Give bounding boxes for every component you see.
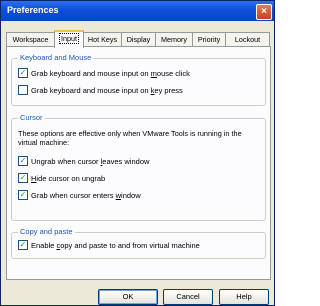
keyboard-mouse-group-title: Keyboard and Mouse [18,53,94,62]
keyboard-mouse-group: Keyboard and Mouse ✓ Grab keyboard and mo… [11,53,266,106]
grab-on-enter-checkbox[interactable]: ✓ Grab when cursor enters window [18,190,141,201]
hide-cursor-checkbox[interactable]: ✓ Hide cursor on ungrab [18,173,105,184]
window-title: Preferences [7,5,59,15]
ungrab-on-leave-checkbox[interactable]: ✓ Ungrab when cursor leaves window [18,156,149,167]
ok-button[interactable]: OK [98,289,158,305]
checkbox-box[interactable]: ✓ [18,68,28,79]
preferences-window: Preferences × Workspace Input Hot Keys D… [0,0,275,306]
tab-hot-keys[interactable]: Hot Keys [83,32,122,46]
check-icon: ✓ [19,240,27,250]
checkbox-box[interactable] [18,85,28,96]
checkbox-box[interactable]: ✓ [18,173,28,184]
tab-input[interactable]: Input [54,30,84,48]
checkbox-box[interactable]: ✓ [18,240,28,251]
copy-paste-group: Copy and paste ✓ Enable copy and paste to… [11,227,266,259]
cursor-group: Cursor These options are effective only … [11,113,266,221]
tab-lockout[interactable]: Lockout [225,32,270,46]
check-icon: ✓ [19,156,27,166]
copy-paste-group-title: Copy and paste [18,227,75,236]
input-tab-panel: Keyboard and Mouse ✓ Grab keyboard and mo… [6,46,271,280]
tab-workspace[interactable]: Workspace [6,32,55,46]
title-bar: Preferences × [1,1,274,21]
help-button[interactable]: Help [219,289,269,305]
tab-memory[interactable]: Memory [155,32,193,46]
cursor-group-title: Cursor [18,113,45,122]
checkbox-box[interactable]: ✓ [18,190,28,201]
grab-on-key-press-checkbox[interactable]: Grab keyboard and mouse input on key pre… [18,85,183,96]
cancel-button[interactable]: Cancel [163,289,213,305]
tab-priority[interactable]: Priority [192,32,226,46]
tab-display[interactable]: Display [121,32,156,46]
enable-copy-paste-checkbox[interactable]: ✓ Enable copy and paste to and from virtu… [18,240,200,251]
grab-on-mouse-click-checkbox[interactable]: ✓ Grab keyboard and mouse input on mouse … [18,68,190,79]
check-icon: ✓ [19,190,27,200]
check-icon: ✓ [19,68,27,78]
check-icon: ✓ [19,173,27,183]
checkbox-box[interactable]: ✓ [18,156,28,167]
cursor-description: These options are effective only when VM… [18,129,242,147]
close-icon[interactable]: × [256,4,272,20]
